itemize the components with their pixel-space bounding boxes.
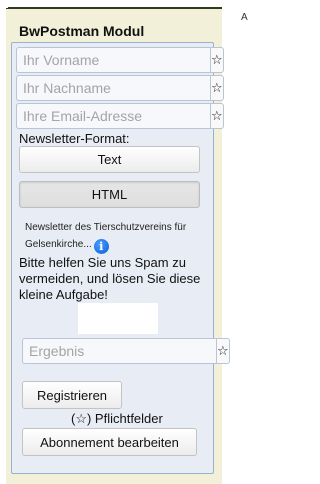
info-icon[interactable]: i [93, 239, 109, 254]
register-button[interactable]: Registrieren [22, 381, 122, 409]
captcha-result-input[interactable] [22, 338, 216, 364]
firstname-input[interactable] [16, 47, 210, 73]
edit-subscription-button[interactable]: Abonnement bearbeiten [22, 428, 197, 456]
lastname-group: ☆ [16, 75, 224, 101]
module-title: BwPostman Modul [19, 23, 145, 39]
adjacent-column-text: A [241, 12, 248, 23]
required-fields-note: (☆) Pflichtfelder [71, 411, 163, 426]
spam-protection-text: Bitte helfen Sie uns Spam zu vermeiden, … [19, 255, 201, 302]
required-star-icon: ☆ [210, 103, 224, 129]
required-star-icon: ☆ [216, 338, 230, 364]
required-star-icon: ☆ [210, 47, 224, 73]
required-star-icon: ☆ [210, 75, 224, 101]
firstname-group: ☆ [16, 47, 224, 73]
result-group: ☆ [22, 338, 230, 364]
captcha-image [78, 303, 158, 334]
email-group: ☆ [16, 103, 224, 129]
email-input[interactable] [16, 103, 210, 129]
format-label: Newsletter-Format: [19, 131, 130, 146]
format-html-button[interactable]: HTML [19, 181, 200, 208]
format-text-button[interactable]: Text [19, 146, 200, 173]
newsletter-list-item: Newsletter des Tierschutzvereins für Gel… [25, 219, 200, 254]
lastname-input[interactable] [16, 75, 210, 101]
